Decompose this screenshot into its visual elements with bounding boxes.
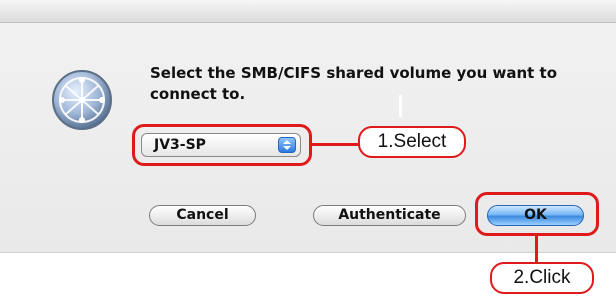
text-cursor: [399, 95, 402, 117]
select-callout-line: [312, 143, 360, 146]
click-callout-line: [535, 236, 538, 264]
dialog-titlebar: [0, 0, 616, 23]
network-globe-icon: [50, 68, 114, 132]
dialog-prompt: Select the SMB/CIFS shared volume you wa…: [150, 64, 558, 103]
authenticate-button[interactable]: Authenticate: [313, 205, 466, 226]
click-callout: 2.Click: [490, 262, 594, 294]
select-highlight-box: [132, 124, 312, 166]
cancel-button[interactable]: Cancel: [149, 205, 256, 226]
select-callout: 1.Select: [358, 126, 466, 158]
ok-highlight-box: [475, 192, 599, 236]
